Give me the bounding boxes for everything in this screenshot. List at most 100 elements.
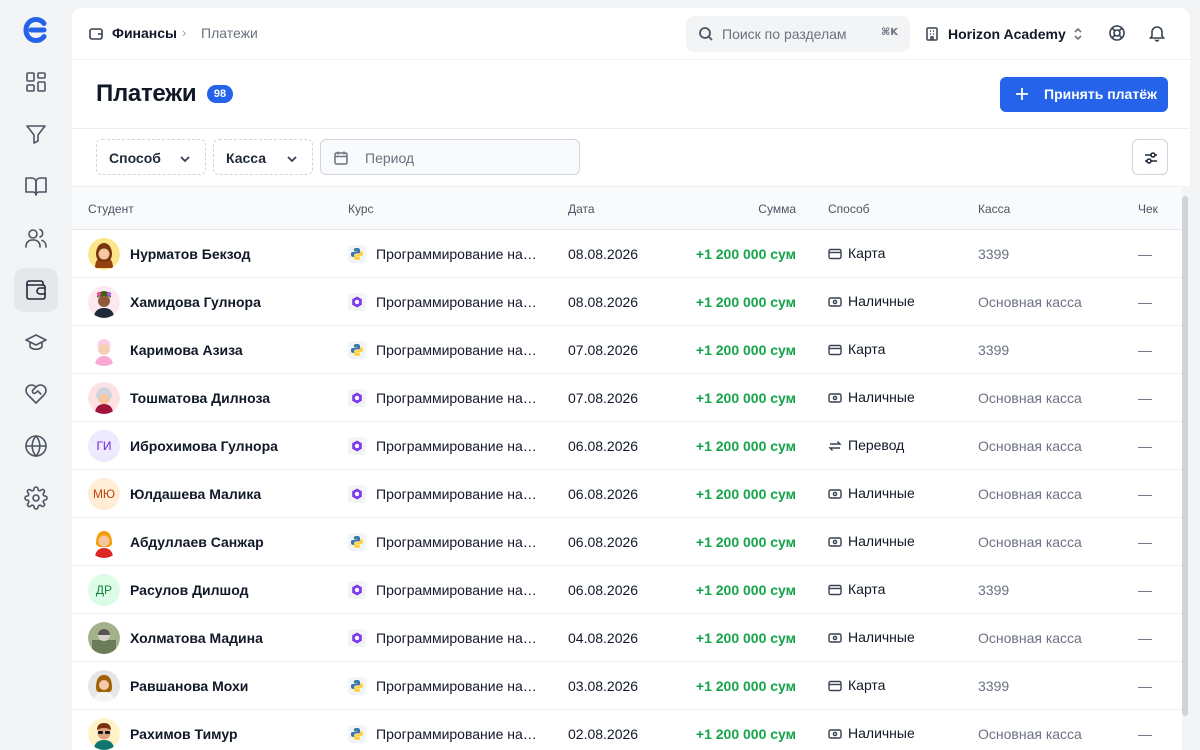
python-icon (348, 725, 366, 743)
search-input[interactable] (722, 24, 862, 44)
cashbox-name: Основная касса (978, 630, 1082, 646)
student-name: Хамидова Гулнора (130, 294, 261, 310)
wallet-icon (26, 280, 46, 300)
table-row[interactable]: Холматова Мадина Программирование на C# 04… (72, 614, 1182, 662)
heart-handshake-icon (25, 384, 47, 404)
cash-icon (828, 488, 842, 500)
period-filter[interactable] (320, 139, 580, 175)
org-name: Horizon Academy (948, 26, 1066, 42)
column-amount[interactable]: Сумма (672, 202, 796, 216)
breadcrumb-finance[interactable]: Финансы (112, 25, 177, 41)
nav-loyalty[interactable] (14, 372, 58, 416)
python-icon (348, 245, 366, 263)
avatar (88, 718, 120, 750)
receipt-value: — (1138, 630, 1152, 646)
student-name: Рахимов Тимур (130, 726, 238, 742)
avatar (88, 334, 120, 366)
receipt-value: — (1138, 390, 1152, 406)
search-box[interactable]: ⌘K (686, 16, 910, 52)
cashbox-name: Основная касса (978, 726, 1082, 742)
payment-amount: +1 200 000 сум (695, 390, 796, 406)
dashboard-icon (26, 72, 46, 92)
payment-method: Наличные (848, 725, 915, 741)
cash-icon (828, 632, 842, 644)
payment-date: 07.08.2026 (568, 342, 639, 358)
cashbox-name: 3399 (978, 342, 1010, 358)
cashbox-filter[interactable]: Касса (213, 139, 313, 175)
help-button[interactable] (1108, 24, 1128, 44)
table-row[interactable]: Хамидова Гулнора Программирование на C# 08… (72, 278, 1182, 326)
table-row[interactable]: МЮ Юлдашева Малика Программирование на C# 0… (72, 470, 1182, 518)
csharp-icon (348, 389, 366, 407)
accept-payment-button[interactable]: Принять платёж (1000, 77, 1168, 112)
nav-dashboard[interactable] (14, 60, 58, 104)
sliders-icon (1145, 152, 1157, 164)
nav-leads[interactable] (14, 112, 58, 156)
column-method[interactable]: Способ (828, 202, 870, 216)
payment-method: Карта (848, 341, 886, 357)
receipt-value: — (1138, 726, 1152, 742)
column-course[interactable]: Курс (348, 202, 374, 216)
payment-method: Карта (848, 677, 886, 693)
course-name: Программирование на C# (376, 390, 538, 406)
table-row[interactable]: Равшанова Мохи Программирование на Python… (72, 662, 1182, 710)
column-date[interactable]: Дата (568, 202, 595, 216)
nav-courses[interactable] (14, 164, 58, 208)
transfer-icon (828, 440, 842, 452)
nav-education[interactable] (14, 320, 58, 364)
student-name: Нурматов Бекзод (130, 246, 251, 262)
funnel-icon (26, 125, 46, 144)
avatar (88, 286, 120, 318)
payment-amount: +1 200 000 сум (695, 294, 796, 310)
table-row[interactable]: Тошматова Дилноза Программирование на C# 0… (72, 374, 1182, 422)
method-filter[interactable]: Способ (96, 139, 206, 175)
course-name: Программирование на Python (376, 678, 538, 694)
table-row[interactable]: Рахимов Тимур Программирование на Python 0… (72, 710, 1182, 750)
card-icon (828, 248, 842, 260)
nav-settings[interactable] (14, 476, 58, 520)
student-name: Каримова Азиза (130, 342, 243, 358)
course-name: Программирование на C# (376, 582, 538, 598)
payment-date: 06.08.2026 (568, 486, 639, 502)
period-input[interactable] (365, 148, 565, 168)
table-settings-button[interactable] (1132, 139, 1168, 175)
payment-date: 04.08.2026 (568, 630, 639, 646)
nav-finance[interactable] (14, 268, 58, 312)
table-row[interactable]: Каримова Азиза Программирование на Python… (72, 326, 1182, 374)
payment-date: 07.08.2026 (568, 390, 639, 406)
table-scrollbar[interactable] (1182, 186, 1190, 750)
page-title: Платежи (96, 80, 197, 107)
avatar: ДР (88, 574, 120, 606)
csharp-icon (348, 581, 366, 599)
payment-date: 03.08.2026 (568, 678, 639, 694)
cashbox-name: Основная касса (978, 486, 1082, 502)
receipt-value: — (1138, 438, 1152, 454)
book-icon (25, 177, 47, 196)
nav-students[interactable] (14, 216, 58, 260)
table-row[interactable]: ГИ Иброхимова Гулнора Программирование на … (72, 422, 1182, 470)
scroll-thumb[interactable] (1182, 196, 1188, 716)
receipt-value: — (1138, 246, 1152, 262)
gear-icon (24, 486, 48, 510)
table-row[interactable]: Абдуллаев Санжар Программирование на Pyth… (72, 518, 1182, 566)
table-row[interactable]: ДР Расулов Дилшод Программирование на C# 06… (72, 566, 1182, 614)
csharp-icon (348, 437, 366, 455)
payment-method: Наличные (848, 533, 915, 549)
column-receipt[interactable]: Чек (1138, 202, 1158, 216)
table-row[interactable]: Нурматов Бекзод Программирование на Pytho… (72, 230, 1182, 278)
avatar: МЮ (88, 478, 120, 510)
chevron-down-icon (179, 152, 191, 164)
csharp-icon (348, 629, 366, 647)
column-cashbox[interactable]: Касса (978, 202, 1010, 216)
avatar (88, 526, 120, 558)
payment-amount: +1 200 000 сум (695, 534, 796, 550)
card-icon (828, 344, 842, 356)
cash-icon (828, 392, 842, 404)
topbar: Финансы › Платежи ⌘K Horizon Academy (72, 8, 1190, 60)
notifications-button[interactable] (1148, 24, 1168, 44)
org-switcher[interactable]: Horizon Academy (924, 22, 1084, 46)
cashbox-name: Основная касса (978, 294, 1082, 310)
nav-website[interactable] (14, 424, 58, 468)
app-logo[interactable] (22, 16, 50, 44)
column-student[interactable]: Студент (88, 202, 134, 216)
